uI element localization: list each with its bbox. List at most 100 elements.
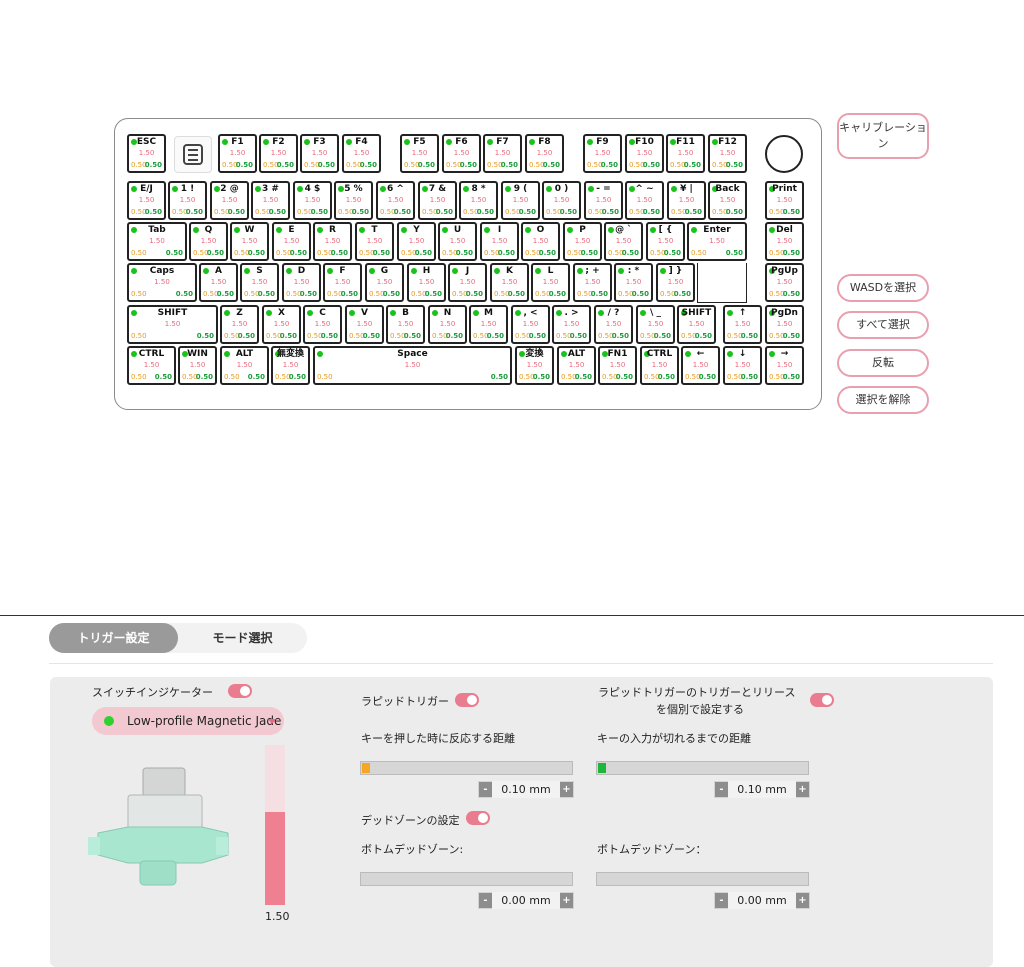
deadzone-left-plus-button[interactable]: + bbox=[560, 893, 573, 908]
key[interactable]: O 1.50 0.50 0.50 bbox=[521, 222, 560, 261]
rapid-trigger-toggle[interactable] bbox=[455, 693, 479, 707]
key[interactable]: U 1.50 0.50 0.50 bbox=[438, 222, 477, 261]
key[interactable]: 7 & 1.50 0.50 0.50 bbox=[418, 181, 457, 220]
key[interactable]: F4 1.50 0.50 0.50 bbox=[342, 134, 381, 173]
key[interactable]: Del 1.50 0.50 0.50 bbox=[765, 222, 804, 261]
key[interactable]: 3 #1.50 0.50 0.50 bbox=[251, 181, 290, 220]
key[interactable]: F2 1.50 0.50 0.50 bbox=[259, 134, 298, 173]
key[interactable]: S 1.50 0.50 0.50 bbox=[240, 263, 279, 302]
key[interactable]: 無変換 1.50 0.50 0.50 bbox=[271, 346, 310, 385]
select-all-button[interactable]: すべて選択 bbox=[837, 311, 929, 339]
key[interactable]: 1 ! 1.50 0.50 0.50 bbox=[168, 181, 207, 220]
key[interactable]: G 1.50 0.50 0.50 bbox=[365, 263, 404, 302]
key[interactable]: . >1.50 0.50 0.50 bbox=[552, 305, 591, 344]
key[interactable]: C 1.50 0.50 0.50 bbox=[303, 305, 342, 344]
deselect-button[interactable]: 選択を解除 bbox=[837, 386, 929, 414]
key[interactable]: Print 1.50 0.50 0.50 bbox=[765, 181, 804, 220]
rapid-separate-toggle[interactable] bbox=[810, 693, 834, 707]
key[interactable]: Q 1.50 0.50 0.50 bbox=[189, 222, 228, 261]
bottom-deadzone-slider-right[interactable] bbox=[596, 872, 809, 886]
key[interactable]: ← 1.50 0.50 0.50 bbox=[681, 346, 720, 385]
invert-selection-button[interactable]: 反転 bbox=[837, 349, 929, 377]
switch-type-select[interactable]: Low-profile Magnetic Jade bbox=[92, 707, 284, 735]
key[interactable]: F8 1.50 0.50 0.50 bbox=[525, 134, 564, 173]
key[interactable]: ESC 1.50 0.50 0.50 bbox=[127, 134, 166, 173]
key[interactable]: Caps 1.50 0.50 0.50 bbox=[127, 263, 197, 302]
key[interactable]: SHIFT 1.50 0.50 0.50 bbox=[677, 305, 716, 344]
key[interactable]: H 1.50 0.50 0.50 bbox=[407, 263, 446, 302]
key[interactable]: Y 1.50 0.50 0.50 bbox=[397, 222, 436, 261]
key[interactable]: 9 (1.50 0.50 0.50 bbox=[501, 181, 540, 220]
press-distance-plus-button[interactable]: + bbox=[560, 782, 573, 797]
key[interactable]: D 1.50 0.50 0.50 bbox=[282, 263, 321, 302]
key[interactable]: ↓ 1.50 0.50 0.50 bbox=[723, 346, 762, 385]
key[interactable]: 変換 1.50 0.50 0.50 bbox=[515, 346, 554, 385]
key[interactable]: CTRL 1.50 0.50 0.50 bbox=[640, 346, 679, 385]
bottom-deadzone-slider-left[interactable] bbox=[360, 872, 573, 886]
key[interactable]: - = 1.50 0.50 0.50 bbox=[584, 181, 623, 220]
key[interactable]: F 1.50 0.50 0.50 bbox=[323, 263, 362, 302]
key[interactable]: ALT 1.50 0.50 0.50 bbox=[557, 346, 596, 385]
key[interactable]: ↑ 1.50 0.50 0.50 bbox=[723, 305, 762, 344]
deadzone-toggle[interactable] bbox=[466, 811, 490, 825]
rotary-knob[interactable] bbox=[765, 135, 803, 173]
key[interactable]: → 1.50 0.50 0.50 bbox=[765, 346, 804, 385]
deadzone-left-value[interactable]: 0.00 mm bbox=[492, 892, 560, 909]
key[interactable]: K 1.50 0.50 0.50 bbox=[490, 263, 529, 302]
key[interactable]: F1 1.50 0.50 0.50 bbox=[218, 134, 257, 173]
key[interactable]: CTRL 1.50 0.50 0.50 bbox=[127, 346, 176, 385]
key[interactable]: 8 * 1.50 0.50 0.50 bbox=[459, 181, 498, 220]
key[interactable]: ¥ | 1.50 0.50 0.50 bbox=[667, 181, 706, 220]
key[interactable]: M 1.50 0.50 0.50 bbox=[469, 305, 508, 344]
key[interactable]: E/J 1.50 0.50 0.50 bbox=[127, 181, 166, 220]
key[interactable]: @ ` 1.50 0.50 0.50 bbox=[604, 222, 643, 261]
key[interactable]: , <1.50 0.50 0.50 bbox=[511, 305, 550, 344]
key[interactable]: 2 @1.50 0.50 0.50 bbox=[210, 181, 249, 220]
key[interactable]: FN1 1.50 0.50 0.50 bbox=[598, 346, 637, 385]
press-distance-value[interactable]: 0.10 mm bbox=[492, 781, 560, 798]
key[interactable]: F11 1.50 0.50 0.50 bbox=[666, 134, 705, 173]
key[interactable]: [ {1.50 0.50 0.50 bbox=[646, 222, 685, 261]
deadzone-right-value[interactable]: 0.00 mm bbox=[728, 892, 796, 909]
key[interactable]: N 1.50 0.50 0.50 bbox=[428, 305, 467, 344]
deadzone-left-minus-button[interactable]: - bbox=[479, 893, 492, 908]
key[interactable]: X 1.50 0.50 0.50 bbox=[262, 305, 301, 344]
key[interactable]: ^ ~1.50 0.50 0.50 bbox=[625, 181, 664, 220]
release-distance-minus-button[interactable]: - bbox=[715, 782, 728, 797]
key[interactable]: V 1.50 0.50 0.50 bbox=[345, 305, 384, 344]
key[interactable]: SHIFT 1.50 0.50 0.50 bbox=[127, 305, 218, 344]
key[interactable]: F6 1.50 0.50 0.50 bbox=[442, 134, 481, 173]
key[interactable]: 5 % 1.50 0.50 0.50 bbox=[334, 181, 373, 220]
key[interactable]: W 1.50 0.50 0.50 bbox=[230, 222, 269, 261]
select-wasd-button[interactable]: WASDを選択 bbox=[837, 274, 929, 302]
key[interactable]: Enter 1.50 0.50 0.50 bbox=[687, 222, 747, 261]
key[interactable]: / ? 1.50 0.50 0.50 bbox=[594, 305, 633, 344]
key[interactable]: T 1.50 0.50 0.50 bbox=[355, 222, 394, 261]
key[interactable]: B 1.50 0.50 0.50 bbox=[386, 305, 425, 344]
deadzone-right-minus-button[interactable]: - bbox=[715, 893, 728, 908]
key[interactable]: 6 ^ 1.50 0.50 0.50 bbox=[376, 181, 415, 220]
key[interactable]: E 1.50 0.50 0.50 bbox=[272, 222, 311, 261]
key[interactable]: PgDn 1.50 0.50 0.50 bbox=[765, 305, 804, 344]
key[interactable]: F5 1.50 0.50 0.50 bbox=[400, 134, 439, 173]
tab-trigger-settings[interactable]: トリガー設定 bbox=[49, 623, 178, 653]
key[interactable]: A 1.50 0.50 0.50 bbox=[199, 263, 238, 302]
key[interactable]: F12 1.50 0.50 0.50 bbox=[708, 134, 747, 173]
key[interactable]: : * 1.50 0.50 0.50 bbox=[614, 263, 653, 302]
calibration-button[interactable]: キャリブレーション bbox=[837, 113, 929, 159]
key[interactable]: Space 1.50 0.50 0.50 bbox=[313, 346, 512, 385]
key[interactable]: ] } 1.50 0.50 0.50 bbox=[656, 263, 695, 302]
key[interactable]: WIN 1.50 0.50 0.50 bbox=[178, 346, 217, 385]
key[interactable]: ; +1.50 0.50 0.50 bbox=[573, 263, 612, 302]
release-distance-plus-button[interactable]: + bbox=[796, 782, 809, 797]
key[interactable]: J 1.50 0.50 0.50 bbox=[448, 263, 487, 302]
key[interactable]: PgUp 1.50 0.50 0.50 bbox=[765, 263, 804, 302]
key[interactable]: \ _ 1.50 0.50 0.50 bbox=[636, 305, 675, 344]
key[interactable]: ALT 1.50 0.50 0.50 bbox=[220, 346, 269, 385]
press-distance-slider[interactable] bbox=[360, 761, 573, 775]
tab-mode-select[interactable]: モード選択 bbox=[178, 623, 307, 653]
key[interactable]: F7 1.50 0.50 0.50 bbox=[483, 134, 522, 173]
key[interactable]: F10 1.50 0.50 0.50 bbox=[625, 134, 664, 173]
key[interactable]: 4 $1.50 0.50 0.50 bbox=[293, 181, 332, 220]
key[interactable]: Back 1.50 0.50 0.50 bbox=[708, 181, 747, 220]
